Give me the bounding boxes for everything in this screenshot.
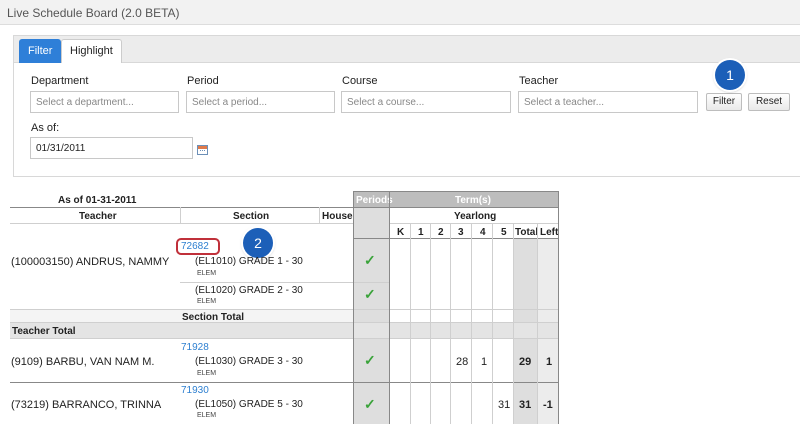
grade-5-header: 5: [501, 227, 507, 238]
grade-2-header: 2: [438, 227, 444, 238]
periods-header: Periods: [356, 195, 393, 206]
total-count: 29: [519, 356, 532, 368]
calendar-icon[interactable]: [197, 145, 208, 155]
course-name: (EL1030) GRADE 3 - 30: [195, 356, 303, 367]
check-icon: ✓: [364, 286, 376, 302]
reset-button[interactable]: Reset: [748, 93, 790, 111]
tab-filter[interactable]: Filter: [19, 39, 62, 63]
course-select[interactable]: Select a course...: [341, 91, 511, 113]
yearlong-header: Yearlong: [454, 211, 497, 222]
left-count: 1: [546, 356, 553, 368]
check-icon: ✓: [364, 252, 376, 268]
department-select[interactable]: Select a department...: [30, 91, 179, 113]
title-bar: Live Schedule Board (2.0 BETA): [0, 0, 800, 25]
tab-highlight[interactable]: Highlight: [61, 39, 122, 63]
grade-5-count: 31: [498, 399, 511, 411]
section-total-label: Section Total: [182, 312, 245, 323]
check-icon: ✓: [364, 396, 376, 412]
course-label: Course: [342, 75, 378, 87]
course-type: ELEM: [197, 298, 217, 305]
course-type: ELEM: [197, 270, 217, 277]
total-header: Total: [515, 227, 539, 238]
as-of-title: As of 01-31-2011: [58, 195, 137, 206]
grade-4-count: 1: [481, 356, 488, 368]
grade-3-header: 3: [458, 227, 464, 238]
grade-1-header: 1: [418, 227, 424, 238]
course-type: ELEM: [197, 370, 217, 377]
grade-k-header: K: [397, 227, 405, 238]
teacher-name: (9109) BARBU, VAN NAM M.: [11, 356, 155, 368]
teacher-select[interactable]: Select a teacher...: [518, 91, 698, 113]
period-select[interactable]: Select a period...: [186, 91, 335, 113]
teacher-name: (100003150) ANDRUS, NAMMY: [11, 256, 170, 268]
section-header: Section: [233, 211, 270, 222]
left-count: -1: [543, 399, 553, 411]
filter-button[interactable]: Filter: [706, 93, 742, 111]
callout-badge-2: 2: [243, 228, 273, 258]
tab-strip: Filter Highlight: [14, 36, 800, 63]
period-label: Period: [187, 75, 219, 87]
terms-header: Term(s): [455, 195, 491, 206]
section-link[interactable]: 71930: [181, 385, 209, 396]
house-header: House: [322, 211, 353, 222]
check-icon: ✓: [364, 352, 376, 368]
department-label: Department: [31, 75, 89, 87]
course-type: ELEM: [197, 412, 217, 419]
as-of-date-input[interactable]: 01/31/2011: [30, 137, 193, 159]
course-name: (EL1050) GRADE 5 - 30: [195, 399, 303, 410]
total-count: 31: [519, 399, 532, 411]
grade-3-count: 28: [456, 356, 469, 368]
left-header: Left: [540, 227, 559, 238]
section-link[interactable]: 71928: [181, 342, 209, 353]
teacher-total-label: Teacher Total: [12, 326, 76, 337]
course-name: (EL1020) GRADE 2 - 30: [195, 285, 303, 296]
grade-4-header: 4: [480, 227, 486, 238]
teacher-label: Teacher: [519, 75, 559, 87]
highlight-callout: [176, 238, 220, 255]
as-of-label: As of:: [31, 122, 60, 134]
course-name: (EL1010) GRADE 1 - 30: [195, 256, 303, 267]
app-title: Live Schedule Board (2.0 BETA): [7, 6, 180, 20]
teacher-header: Teacher: [79, 211, 117, 222]
callout-badge-1: 1: [715, 60, 745, 90]
teacher-name: (73219) BARRANCO, TRINNA: [11, 399, 162, 411]
